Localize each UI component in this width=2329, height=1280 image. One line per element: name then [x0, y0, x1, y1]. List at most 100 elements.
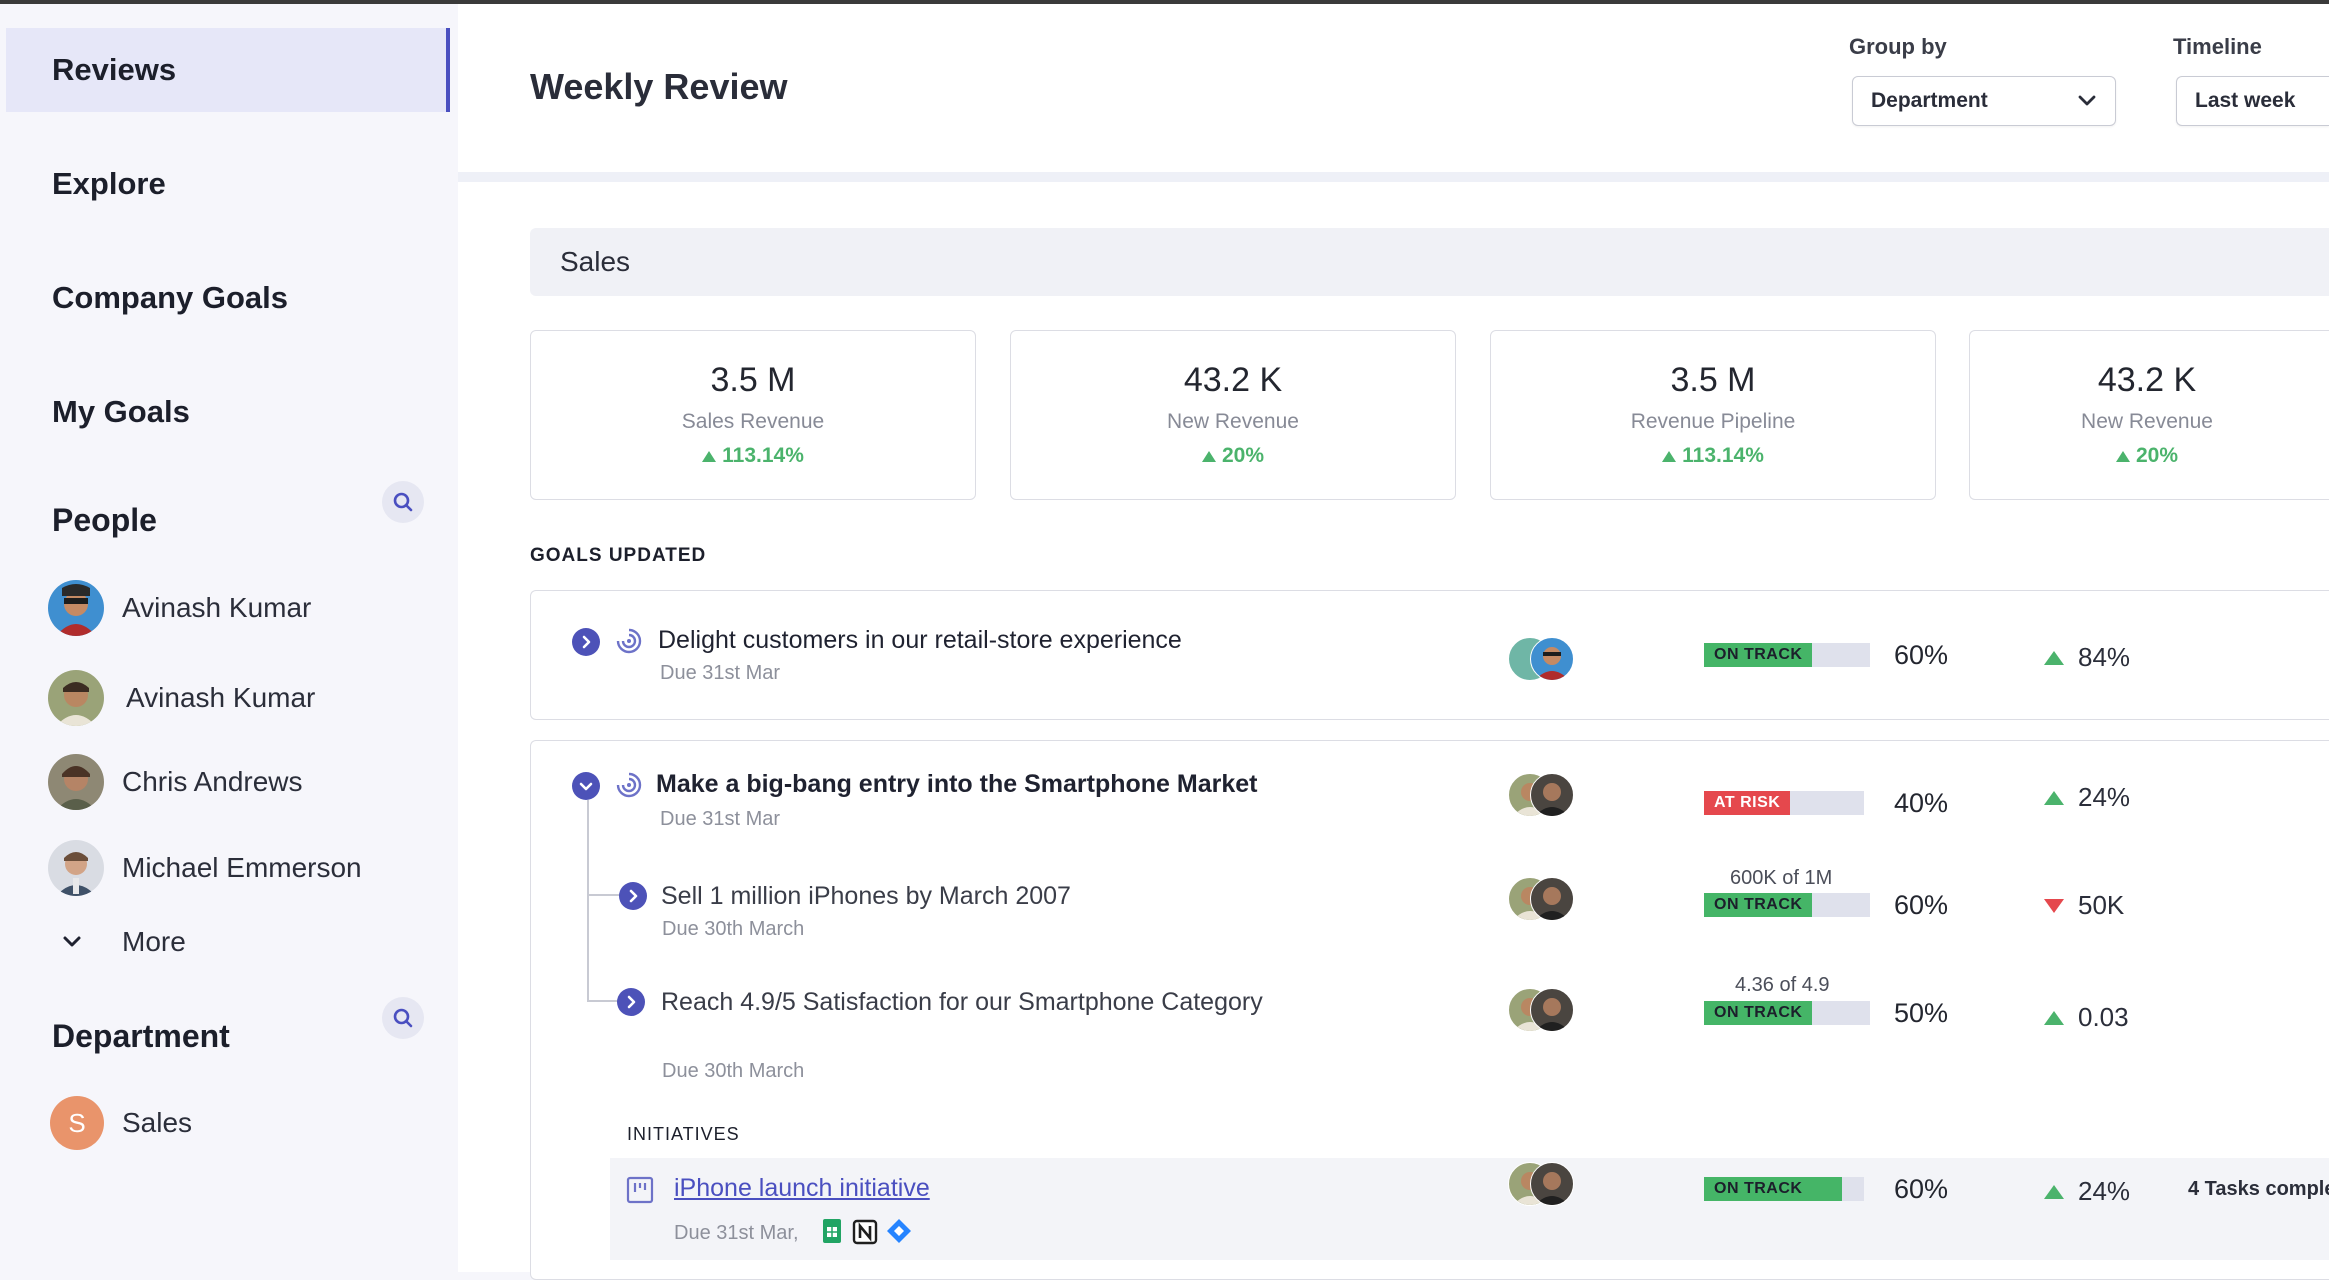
goal-target-icon	[616, 628, 642, 654]
nav-reviews[interactable]: Reviews	[6, 28, 450, 112]
goal-title[interactable]: Delight customers in our retail-store ex…	[658, 626, 1182, 655]
progress-remaining	[1812, 643, 1871, 667]
people-heading: People	[52, 502, 157, 538]
person-avinash-kumar-1[interactable]: Avinash Kumar	[48, 578, 311, 638]
kpi-value: 43.2 K	[2097, 361, 2197, 399]
expand-button[interactable]	[572, 628, 600, 656]
owner-avatars[interactable]	[1508, 773, 1578, 817]
kpi-delta: 20%	[1011, 444, 1455, 468]
kpi-card[interactable]: 3.5 M Revenue Pipeline 113.14%	[1490, 330, 1936, 500]
avatar	[48, 580, 104, 636]
chevron-down-icon	[2078, 95, 2096, 106]
expand-button[interactable]	[619, 882, 647, 910]
tasks-completed-text[interactable]: 4 Tasks comple	[2188, 1178, 2329, 1201]
search-icon	[393, 492, 413, 512]
subgoal-title[interactable]: Reach 4.9/5 Satisfaction for our Smartph…	[661, 988, 1263, 1017]
department-avatar: S	[50, 1096, 104, 1150]
trend-up-icon	[2044, 1010, 2064, 1025]
department-sales[interactable]: S Sales	[50, 1096, 192, 1150]
person-name: Avinash Kumar	[122, 592, 312, 623]
status-badge: ON TRACK	[1704, 643, 1813, 667]
status-badge: ON TRACK	[1704, 1001, 1813, 1025]
subgoal-title[interactable]: Sell 1 million iPhones by March 2007	[661, 882, 1071, 911]
initiatives-heading: INITIATIVES	[627, 1124, 740, 1144]
person-chris-andrews[interactable]: Chris Andrews	[48, 752, 303, 812]
person-name: Chris Andrews	[122, 766, 303, 797]
goal-target-icon	[616, 772, 642, 798]
progress-percent: 60%	[1894, 1174, 1949, 1204]
progress-text: 4.36 of 4.9	[1735, 974, 1830, 996]
status-bar: ON TRACK	[1704, 642, 1871, 668]
subgoal-due-date: Due 30th March	[662, 918, 805, 940]
person-avinash-kumar-2[interactable]: Avinash Kumar	[48, 668, 315, 728]
kpi-value: 43.2 K	[1183, 361, 1283, 399]
progress-percent: 50%	[1894, 998, 1949, 1028]
change-value: 24%	[2044, 782, 2130, 813]
people-search-button[interactable]	[382, 481, 424, 523]
kpi-delta: 20%	[1878, 444, 2329, 468]
google-sheets-icon[interactable]	[822, 1218, 842, 1244]
progress-percent: 60%	[1894, 890, 1949, 920]
change-value: 84%	[2044, 642, 2130, 673]
kpi-card[interactable]: 3.5 M Sales Revenue 113.14%	[530, 330, 976, 500]
goal-due-date: Due 31st Mar	[660, 662, 781, 684]
expand-button[interactable]	[617, 988, 645, 1016]
kpi-delta-value: 20%	[2135, 444, 2179, 467]
change-text: 0.03	[2078, 1002, 2129, 1032]
timeline-label: Timeline	[2173, 34, 2262, 59]
people-more-toggle[interactable]: More	[62, 926, 186, 958]
timeline-select[interactable]: Last week	[2176, 76, 2329, 126]
status-badge: ON TRACK	[1704, 1177, 1843, 1201]
change-text: 50K	[2078, 890, 2125, 920]
avatar	[1530, 773, 1574, 817]
department-name: Sales	[122, 1107, 193, 1138]
department-search-button[interactable]	[382, 997, 424, 1039]
kpi-card[interactable]: 43.2 K New Revenue 20%	[1969, 330, 2329, 500]
nav-my-goals[interactable]: My Goals	[6, 370, 450, 454]
person-name: Michael Emmerson	[122, 852, 362, 883]
kpi-value: 3.5 M	[710, 361, 796, 399]
more-label: More	[122, 926, 186, 957]
progress-remaining	[1790, 791, 1865, 815]
tree-connector	[587, 1000, 621, 1002]
kpi-label: Sales Revenue	[681, 410, 825, 433]
owner-avatars[interactable]	[1508, 637, 1578, 681]
goals-updated-heading: GOALS UPDATED	[530, 545, 707, 566]
notion-icon[interactable]	[852, 1219, 878, 1245]
kpi-label: Revenue Pipeline	[1630, 410, 1796, 433]
status-bar: ON TRACK	[1704, 892, 1871, 918]
search-icon	[393, 1008, 413, 1028]
avatar	[1530, 1162, 1574, 1206]
avatar	[48, 840, 104, 896]
timeline-value: Last week	[2195, 89, 2296, 112]
person-michael-emmerson[interactable]: Michael Emmerson	[48, 838, 362, 898]
kpi-label: New Revenue	[2081, 410, 2213, 433]
jira-icon[interactable]	[886, 1218, 912, 1244]
header-divider	[458, 172, 2329, 182]
owner-avatars[interactable]	[1508, 877, 1578, 921]
nav-explore[interactable]: Explore	[6, 142, 450, 226]
person-name: Avinash Kumar	[126, 682, 316, 713]
goal-title[interactable]: Make a big-bang entry into the Smartphon…	[656, 770, 1257, 799]
trend-up-icon	[1662, 450, 1677, 462]
kpi-delta-value: 113.14%	[1682, 444, 1764, 467]
trend-up-icon	[2044, 790, 2064, 805]
chevron-down-icon	[579, 782, 593, 791]
progress-remaining	[1842, 1177, 1865, 1201]
collapse-button[interactable]	[572, 772, 600, 800]
kpi-delta-value: 113.14%	[722, 444, 804, 467]
owner-avatars[interactable]	[1508, 1162, 1578, 1206]
owner-avatars[interactable]	[1508, 988, 1578, 1032]
kpi-card[interactable]: 43.2 K New Revenue 20%	[1010, 330, 1456, 500]
initiative-link[interactable]: iPhone launch initiative	[674, 1174, 930, 1203]
board-icon	[626, 1176, 654, 1204]
trend-down-icon	[2044, 898, 2064, 913]
subgoal-due-date: Due 30th March	[662, 1060, 805, 1082]
section-header	[530, 228, 2329, 296]
kpi-value: 3.5 M	[1670, 361, 1756, 399]
avatar	[1530, 988, 1574, 1032]
group-by-select[interactable]: Department	[1852, 76, 2116, 126]
nav-reviews-label: Reviews	[52, 52, 177, 87]
progress-text: 600K of 1M	[1730, 867, 1833, 889]
nav-company-goals[interactable]: Company Goals	[6, 256, 450, 340]
